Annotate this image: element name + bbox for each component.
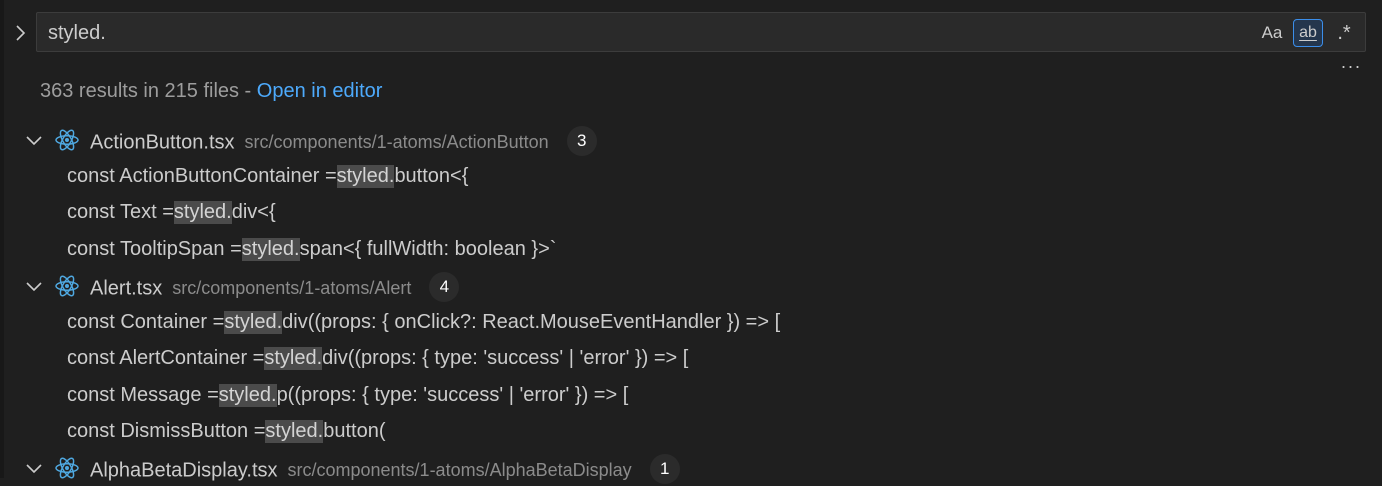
ellipsis-icon: ··· [1341, 56, 1362, 77]
file-row[interactable]: Alert.tsx src/components/1-atoms/Alert 4 [0, 268, 1382, 304]
match-case-toggle[interactable]: Aa [1257, 19, 1287, 47]
match-before: const AlertContainer = [67, 347, 264, 370]
match-after: button( [323, 420, 385, 443]
match-highlight: styled. [224, 311, 282, 334]
regex-label: .* [1337, 22, 1350, 45]
file-name-group: Alert.tsx src/components/1-atoms/Alert 4 [90, 274, 459, 304]
file-name: ActionButton.tsx [90, 131, 235, 153]
toggle-replace-button[interactable] [8, 20, 32, 46]
match-after: div<{ [232, 201, 276, 224]
match-before: const Container = [67, 311, 224, 334]
match-highlight: styled. [174, 201, 232, 224]
match-before: const ActionButtonContainer = [67, 165, 337, 188]
results-summary: 363 results in 215 files - Open in edito… [40, 80, 382, 103]
react-icon [54, 127, 80, 153]
match-after: div((props: { onClick?: React.MouseEvent… [282, 311, 780, 334]
file-row[interactable]: ActionButton.tsx src/components/1-atoms/A… [0, 122, 1382, 158]
file-path: src/components/1-atoms/AlphaBetaDisplay [288, 460, 632, 480]
search-input[interactable] [48, 21, 1228, 45]
file-name-group: ActionButton.tsx src/components/1-atoms/A… [90, 128, 597, 158]
results-tree: ActionButton.tsx src/components/1-atoms/A… [0, 122, 1382, 486]
match-highlight: styled. [264, 347, 322, 370]
results-count-text: 363 results in 215 files - [40, 80, 257, 102]
chevron-down-icon[interactable] [24, 459, 44, 477]
match-before: const Message = [67, 384, 219, 407]
match-row[interactable]: const AlertContainer = styled.div((props… [0, 340, 1382, 377]
open-in-editor-link[interactable]: Open in editor [257, 80, 383, 102]
match-count-badge: 4 [429, 272, 459, 302]
file-name: AlphaBetaDisplay.tsx [90, 459, 278, 481]
whole-word-toggle[interactable]: ab [1293, 19, 1323, 47]
match-before: const TooltipSpan = [67, 238, 242, 261]
match-row[interactable]: const DismissButton = styled.button( [0, 414, 1382, 451]
match-highlight: styled. [265, 420, 323, 443]
match-row[interactable]: const Text = styled.div<{ [0, 195, 1382, 232]
match-row[interactable]: const ActionButtonContainer = styled.but… [0, 158, 1382, 195]
chevron-right-icon [14, 24, 26, 42]
file-path: src/components/1-atoms/ActionButton [245, 132, 549, 152]
match-highlight: styled. [337, 165, 395, 188]
chevron-down-icon[interactable] [24, 277, 44, 295]
react-icon [54, 455, 80, 481]
chevron-down-icon[interactable] [24, 131, 44, 149]
match-row[interactable]: const TooltipSpan = styled.span<{ fullWi… [0, 231, 1382, 268]
file-name: Alert.tsx [90, 277, 162, 299]
match-highlight: styled. [242, 238, 300, 261]
match-after: p((props: { type: 'success' | 'error' })… [277, 384, 629, 407]
search-options: Aa ab .* [1257, 18, 1359, 48]
match-before: const Text = [67, 201, 174, 224]
search-box: Aa ab .* [36, 12, 1366, 52]
match-row[interactable]: const Container = styled.div((props: { o… [0, 304, 1382, 341]
whole-word-label: ab [1299, 24, 1317, 42]
file-path: src/components/1-atoms/Alert [172, 278, 411, 298]
react-icon [54, 273, 80, 299]
more-actions-button[interactable]: ··· [1336, 56, 1366, 76]
match-highlight: styled. [219, 384, 277, 407]
match-after: span<{ fullWidth: boolean }>` [300, 238, 557, 261]
match-before: const DismissButton = [67, 420, 265, 443]
match-count-badge: 3 [567, 126, 597, 156]
match-count-badge: 1 [650, 454, 680, 484]
match-case-label: Aa [1262, 23, 1283, 43]
match-after: div((props: { type: 'success' | 'error' … [322, 347, 688, 370]
regex-toggle[interactable]: .* [1329, 19, 1359, 47]
file-row[interactable]: AlphaBetaDisplay.tsx src/components/1-ato… [0, 450, 1382, 486]
match-after: button<{ [394, 165, 468, 188]
match-row[interactable]: const Message = styled.p((props: { type:… [0, 377, 1382, 414]
file-name-group: AlphaBetaDisplay.tsx src/components/1-ato… [90, 456, 680, 486]
